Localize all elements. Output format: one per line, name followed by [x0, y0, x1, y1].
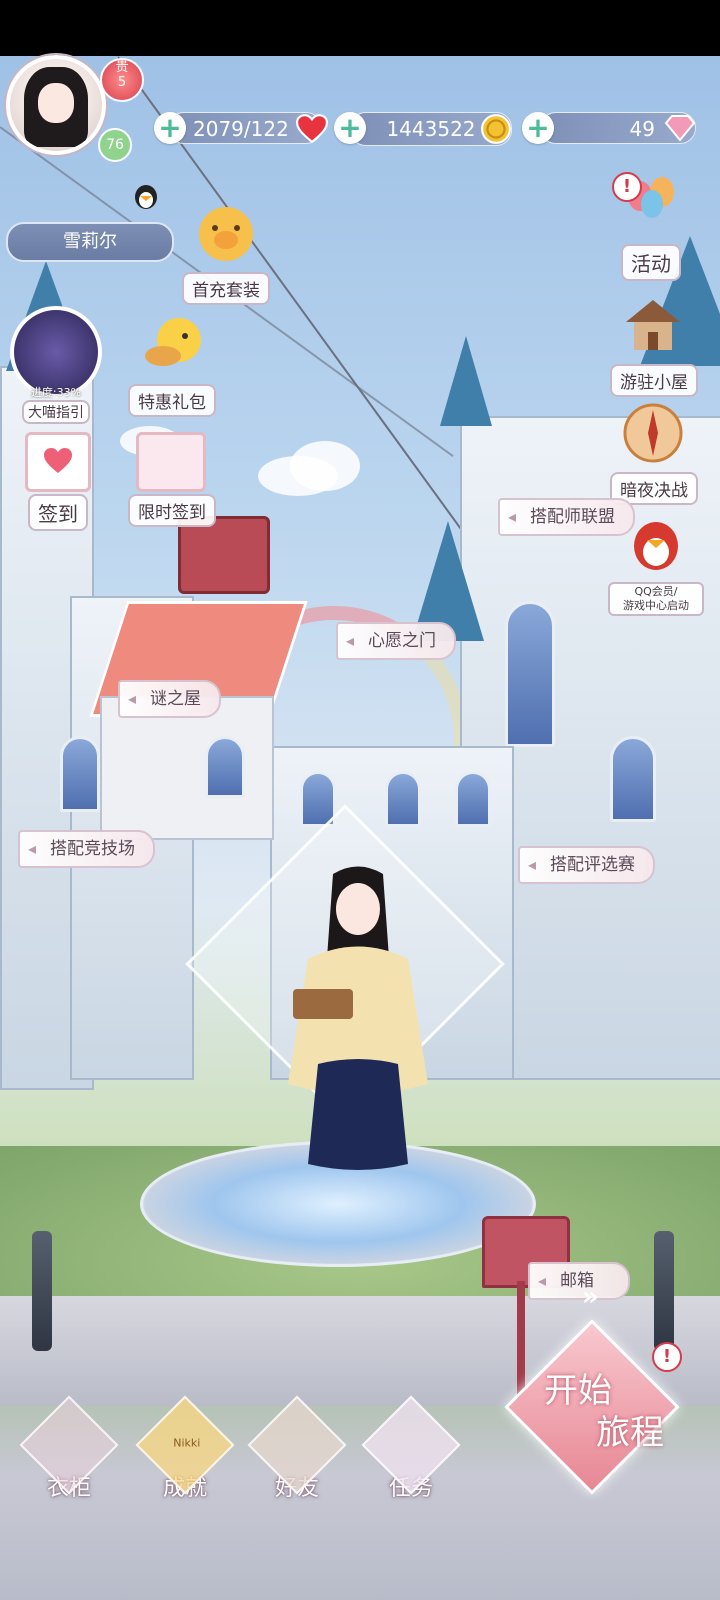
player-name[interactable]: 雪莉尔	[6, 222, 174, 262]
night-battle-button[interactable]: 暗夜决战	[610, 400, 698, 505]
guide-button[interactable]: 进度:33% 大喵指引	[10, 306, 102, 424]
tasks-button[interactable]: 任务	[361, 1395, 461, 1502]
cable-car	[178, 516, 270, 594]
heart-icon	[296, 114, 328, 144]
gold-value: 1443522	[386, 117, 476, 141]
calendar-heart-icon	[25, 432, 91, 492]
status-bar	[0, 0, 720, 56]
first-charge-label: 首充套装	[182, 272, 270, 305]
add-diamond-button[interactable]: +	[522, 112, 554, 144]
mystery-house-sign[interactable]: 谜之屋	[118, 680, 221, 718]
house-window	[205, 736, 245, 798]
friends-button[interactable]: 好友	[247, 1395, 347, 1502]
events-label: 活动	[621, 244, 681, 281]
lamp-pillar	[32, 1231, 52, 1351]
checkin-button[interactable]: 签到	[20, 432, 96, 531]
stamina-value: 2079/122	[193, 117, 289, 141]
checkin-label: 签到	[28, 494, 88, 531]
deal-pack-label: 特惠礼包	[128, 384, 216, 417]
cabin-label: 游驻小屋	[610, 364, 698, 397]
right-tower-roof	[440, 336, 492, 426]
diamond-icon	[664, 115, 696, 142]
level-badge: 76	[98, 128, 132, 162]
lamp-pillar	[654, 1231, 674, 1351]
chick-icon	[145, 318, 201, 366]
player-avatar[interactable]	[6, 55, 106, 155]
achievement-button[interactable]: Nikki 成就	[135, 1395, 235, 1502]
first-charge-button[interactable]: 首充套装	[178, 200, 274, 305]
start-journey-label: 开始 旅程	[544, 1371, 664, 1453]
house-icon	[626, 300, 680, 350]
avatar-face	[38, 83, 74, 123]
castle-window	[455, 771, 491, 827]
castle-window	[60, 736, 100, 812]
qq-penguin-icon	[135, 185, 157, 209]
events-alert-icon: !	[612, 172, 642, 202]
arena-sign[interactable]: 搭配竞技场	[18, 830, 155, 868]
cloud	[290, 441, 360, 491]
add-gold-button[interactable]: +	[334, 112, 366, 144]
cabin-button[interactable]: 游驻小屋	[610, 292, 698, 397]
stylist-league-sign[interactable]: 搭配师联盟	[498, 498, 635, 536]
pig-icon	[199, 207, 253, 261]
double-chevron-icon: »	[582, 1282, 599, 1312]
castle-window	[505, 601, 555, 747]
mail-sign[interactable]: 邮箱	[528, 1262, 630, 1300]
limited-checkin-button[interactable]: 限时签到	[128, 432, 216, 527]
castle-window	[610, 736, 656, 822]
add-stamina-button[interactable]: +	[154, 112, 186, 144]
selection-sign[interactable]: 搭配评选赛	[518, 846, 655, 884]
wardrobe-button[interactable]: 衣柜	[19, 1395, 119, 1502]
vip-badge[interactable]: 贵5	[100, 58, 144, 102]
guide-label: 大喵指引	[22, 400, 90, 424]
clock-calendar-icon	[136, 432, 206, 492]
qq-center-label: QQ会员/游戏中心启动	[608, 582, 704, 616]
player-character[interactable]	[278, 864, 438, 1174]
limited-checkin-label: 限时签到	[128, 494, 216, 527]
compass-icon	[623, 403, 683, 463]
castle-window	[385, 771, 421, 827]
deal-pack-button[interactable]: 特惠礼包	[124, 312, 220, 417]
start-alert-icon: !	[652, 1342, 682, 1372]
wish-gate-sign[interactable]: 心愿之门	[336, 622, 456, 660]
gold-coin-icon	[481, 114, 511, 144]
guide-progress: 进度:33%	[30, 386, 82, 399]
diamond-value: 49	[629, 117, 655, 141]
